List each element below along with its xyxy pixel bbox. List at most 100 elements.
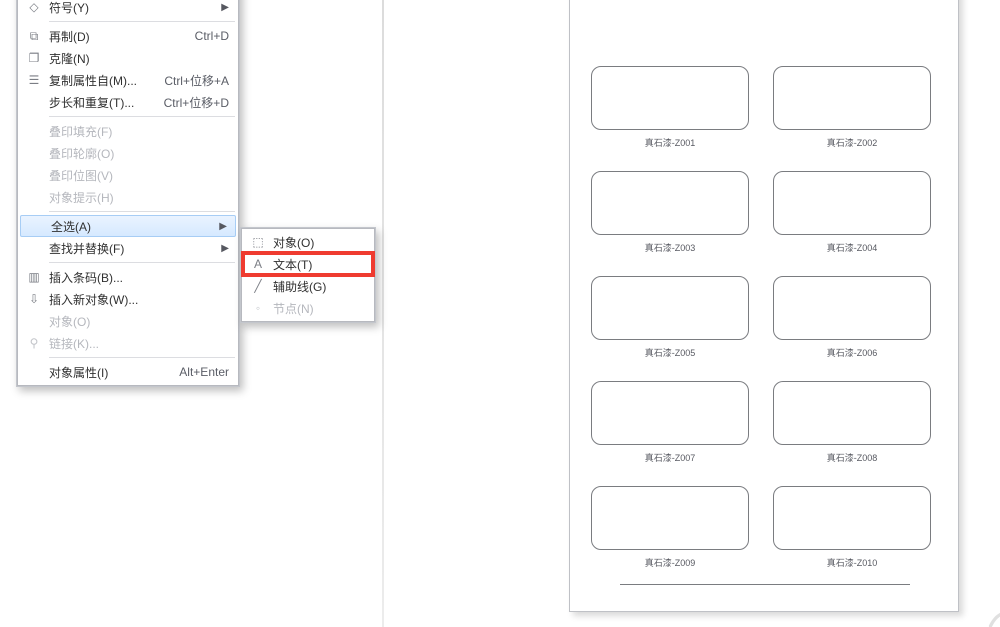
swatch-item[interactable]: 真石漆-Z010 [772,486,932,587]
menu-separator [49,262,235,263]
menu-label: 复制属性自(M)... [49,72,164,89]
menu-item-object-hint: 对象提示(H) [19,186,237,208]
menu-label: 符号(Y) [49,0,215,16]
menu-separator [49,116,235,117]
select-nodes-icon: ◦ [243,301,273,315]
menu-label: 对象(O) [49,313,229,330]
menu-label: 插入条码(B)... [49,269,229,286]
swatch-item[interactable]: 真石漆-Z005 [590,276,750,377]
swatch-item[interactable]: 真石漆-Z002 [772,66,932,167]
menu-label: 查找并替换(F) [49,240,215,257]
swatch-box [591,66,749,130]
canvas-area: 真石漆-Z001 真石漆-Z002 真石漆-Z003 真石漆-Z004 真石漆-… [384,0,1000,627]
menu-item-symbol[interactable]: ◇ 符号(Y) ▶ [19,0,237,18]
new-object-icon: ⇩ [19,292,49,306]
menu-label: 链接(K)... [49,335,229,352]
menu-shortcut: Alt+Enter [179,365,229,379]
menu-label: 插入新对象(W)... [49,291,229,308]
swatch-box [773,276,931,340]
menu-label: 全选(A) [51,218,213,235]
menu-label: 叠印位图(V) [49,167,229,184]
swatch-item[interactable]: 真石漆-Z008 [772,381,932,482]
swatch-item[interactable]: 真石漆-Z004 [772,171,932,272]
watermark-icon [980,582,1000,627]
menu-shortcut: Ctrl+D [195,29,229,43]
menu-item-object: 对象(O) [19,310,237,332]
swatch-caption: 真石漆-Z002 [827,136,878,149]
links-icon: ⚲ [19,336,49,350]
menu-item-copy-props[interactable]: ☰ 复制属性自(M)... Ctrl+位移+A [19,69,237,91]
menu-separator [49,211,235,212]
copy-props-icon: ☰ [19,73,49,87]
swatch-caption: 真石漆-Z003 [645,241,696,254]
swatch-box [591,486,749,550]
swatch-item[interactable]: 真石漆-Z003 [590,171,750,272]
swatch-caption: 真石漆-Z006 [827,346,878,359]
swatch-caption: 真石漆-Z009 [645,556,696,569]
menu-item-overprint-bitmap: 叠印位图(V) [19,164,237,186]
swatch-caption: 真石漆-Z004 [827,241,878,254]
context-menu: ▫ … ◇ 符号(Y) ▶ ⧉ 再制(D) Ctrl+D ❐ 克隆(N) ☰ 复… [16,0,240,387]
menu-separator [49,21,235,22]
barcode-icon: ▥ [19,270,49,284]
menu-item-overprint-fill: 叠印填充(F) [19,120,237,142]
menu-label: 节点(N) [273,300,365,317]
duplicate-icon: ⧉ [19,29,49,44]
menu-item-insert-new-object[interactable]: ⇩ 插入新对象(W)... [19,288,237,310]
menu-label: 再制(D) [49,28,195,45]
submenu-item-guides[interactable]: ╱ 辅助线(G) [243,275,373,297]
select-guides-icon: ╱ [243,279,273,293]
swatch-box [591,276,749,340]
symbol-icon: ◇ [19,0,49,14]
swatch-box [773,486,931,550]
menu-item-select-all[interactable]: 全选(A) ▶ [20,215,236,237]
menu-item-find-replace[interactable]: 查找并替换(F) ▶ [19,237,237,259]
swatch-box [591,171,749,235]
menu-shortcut: Ctrl+位移+A [164,72,229,89]
swatch-box [773,171,931,235]
menu-label: 文本(T) [273,256,365,273]
menu-label: 克隆(N) [49,50,229,67]
swatch-box [773,66,931,130]
menu-item-step-repeat[interactable]: 步长和重复(T)... Ctrl+位移+D [19,91,237,113]
swatch-caption: 真石漆-Z001 [645,136,696,149]
page-footer-rule [620,584,910,585]
submenu-arrow-icon: ▶ [219,2,229,13]
swatch-box [773,381,931,445]
swatch-box [591,381,749,445]
swatch-caption: 真石漆-Z007 [645,451,696,464]
select-text-icon: A [243,257,273,271]
submenu-arrow-icon: ▶ [217,221,227,232]
menu-label: 步长和重复(T)... [49,94,164,111]
swatch-item[interactable]: 真石漆-Z006 [772,276,932,377]
menu-label: 对象提示(H) [49,189,229,206]
submenu-arrow-icon: ▶ [219,243,229,254]
menu-separator [49,357,235,358]
swatch-item[interactable]: 真石漆-Z001 [590,66,750,167]
menu-label: 叠印轮廓(O) [49,145,229,162]
menu-label: 叠印填充(F) [49,123,229,140]
menu-item-object-properties[interactable]: 对象属性(I) Alt+Enter [19,361,237,383]
clone-icon: ❐ [19,51,49,65]
swatch-caption: 真石漆-Z005 [645,346,696,359]
document-page: 真石漆-Z001 真石漆-Z002 真石漆-Z003 真石漆-Z004 真石漆-… [569,0,959,612]
submenu-item-objects[interactable]: ⬚ 对象(O) [243,231,373,253]
context-submenu: ⬚ 对象(O) A 文本(T) ╱ 辅助线(G) ◦ 节点(N) [240,227,376,323]
menu-item-redo[interactable]: ⧉ 再制(D) Ctrl+D [19,25,237,47]
swatch-caption: 真石漆-Z010 [827,556,878,569]
swatch-grid: 真石漆-Z001 真石漆-Z002 真石漆-Z003 真石漆-Z004 真石漆-… [590,66,938,587]
menu-item-clone[interactable]: ❐ 克隆(N) [19,47,237,69]
swatch-caption: 真石漆-Z008 [827,451,878,464]
menu-item-links: ⚲ 链接(K)... [19,332,237,354]
menu-item-insert-barcode[interactable]: ▥ 插入条码(B)... [19,266,237,288]
swatch-item[interactable]: 真石漆-Z007 [590,381,750,482]
menu-shortcut: Ctrl+位移+D [164,94,229,111]
app-root: 真石漆-Z001 真石漆-Z002 真石漆-Z003 真石漆-Z004 真石漆-… [0,0,1000,627]
menu-label: 对象属性(I) [49,364,179,381]
swatch-item[interactable]: 真石漆-Z009 [590,486,750,587]
menu-label: 对象(O) [273,234,365,251]
submenu-item-nodes: ◦ 节点(N) [243,297,373,319]
select-objects-icon: ⬚ [243,235,273,249]
submenu-item-text[interactable]: A 文本(T) [243,253,373,275]
menu-label: 辅助线(G) [273,278,365,295]
